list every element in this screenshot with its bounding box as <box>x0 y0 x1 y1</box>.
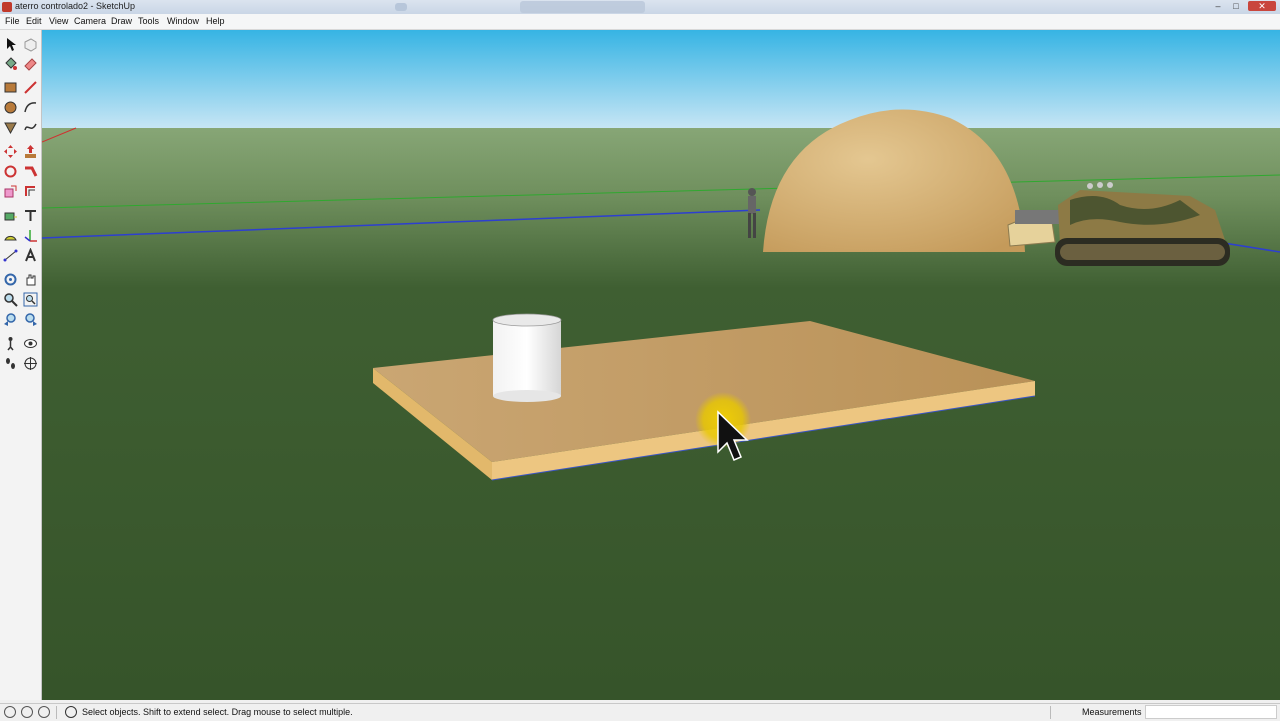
close-button[interactable]: ✕ <box>1248 1 1276 11</box>
push-pull-tool-icon[interactable] <box>22 143 39 160</box>
previous-view-tool-icon[interactable] <box>2 311 19 328</box>
title-bar: aterro controlado2 - SketchUp – □ ✕ <box>0 0 1280 15</box>
pan-tool-icon[interactable] <box>22 271 39 288</box>
title-bar-highlight <box>520 1 645 13</box>
look-around-tool-icon[interactable] <box>22 335 39 352</box>
menu-view[interactable]: View <box>49 16 68 26</box>
select-tool-icon[interactable] <box>2 36 19 53</box>
menu-draw[interactable]: Draw <box>111 16 132 26</box>
credits-icon[interactable] <box>21 706 33 718</box>
title-bar-highlight <box>395 3 407 11</box>
sky <box>42 30 1280 130</box>
rectangle-tool-icon[interactable] <box>2 79 19 96</box>
minimize-button[interactable]: – <box>1212 1 1224 11</box>
section-plane-tool-icon[interactable] <box>22 355 39 372</box>
axes-tool-icon[interactable] <box>22 227 39 244</box>
walk-tool-icon[interactable] <box>2 355 19 372</box>
status-divider <box>56 706 57 719</box>
menu-help[interactable]: Help <box>206 16 225 26</box>
geo-location-icon[interactable] <box>4 706 16 718</box>
scene-canvas[interactable] <box>42 30 1280 700</box>
help-icon[interactable] <box>65 706 77 718</box>
make-component-tool-icon[interactable] <box>22 36 39 53</box>
protractor-tool-icon[interactable] <box>2 227 19 244</box>
menu-camera[interactable]: Camera <box>74 16 106 26</box>
large-tool-set-toolbar <box>0 30 42 700</box>
model-viewport[interactable] <box>42 30 1280 700</box>
next-view-tool-icon[interactable] <box>22 311 39 328</box>
dimension-tool-icon[interactable] <box>2 247 19 264</box>
sketchup-app-icon <box>2 2 12 12</box>
eraser-tool-icon[interactable] <box>22 55 39 72</box>
menu-bar: File Edit View Camera Draw Tools Window … <box>0 14 1280 30</box>
status-hint: Select objects. Shift to extend select. … <box>82 707 353 717</box>
user-icon[interactable] <box>38 706 50 718</box>
follow-me-tool-icon[interactable] <box>22 163 39 180</box>
zoom-tool-icon[interactable] <box>2 291 19 308</box>
orbit-tool-icon[interactable] <box>2 271 19 288</box>
status-divider <box>1050 706 1051 719</box>
arc-tool-icon[interactable] <box>22 99 39 116</box>
maximize-button[interactable]: □ <box>1230 1 1242 11</box>
move-tool-icon[interactable] <box>2 143 19 160</box>
3d-text-tool-icon[interactable] <box>22 247 39 264</box>
zoom-extents-tool-icon[interactable] <box>22 291 39 308</box>
freehand-tool-icon[interactable] <box>22 119 39 136</box>
measurements-input[interactable] <box>1145 705 1277 719</box>
window-title: aterro controlado2 - SketchUp <box>15 1 136 11</box>
measurements-label: Measurements <box>1082 707 1142 717</box>
status-bar: Select objects. Shift to extend select. … <box>0 703 1280 721</box>
menu-edit[interactable]: Edit <box>26 16 42 26</box>
polygon-tool-icon[interactable] <box>2 119 19 136</box>
menu-window[interactable]: Window <box>167 16 199 26</box>
offset-tool-icon[interactable] <box>22 183 39 200</box>
menu-file[interactable]: File <box>5 16 20 26</box>
text-tool-icon[interactable] <box>22 207 39 224</box>
line-tool-icon[interactable] <box>22 79 39 96</box>
paint-bucket-tool-icon[interactable] <box>2 55 19 72</box>
menu-tools[interactable]: Tools <box>138 16 159 26</box>
tape-measure-tool-icon[interactable] <box>2 207 19 224</box>
rotate-tool-icon[interactable] <box>2 163 19 180</box>
circle-tool-icon[interactable] <box>2 99 19 116</box>
white-cylinder <box>492 313 562 402</box>
position-camera-tool-icon[interactable] <box>2 335 19 352</box>
scale-tool-icon[interactable] <box>2 183 19 200</box>
